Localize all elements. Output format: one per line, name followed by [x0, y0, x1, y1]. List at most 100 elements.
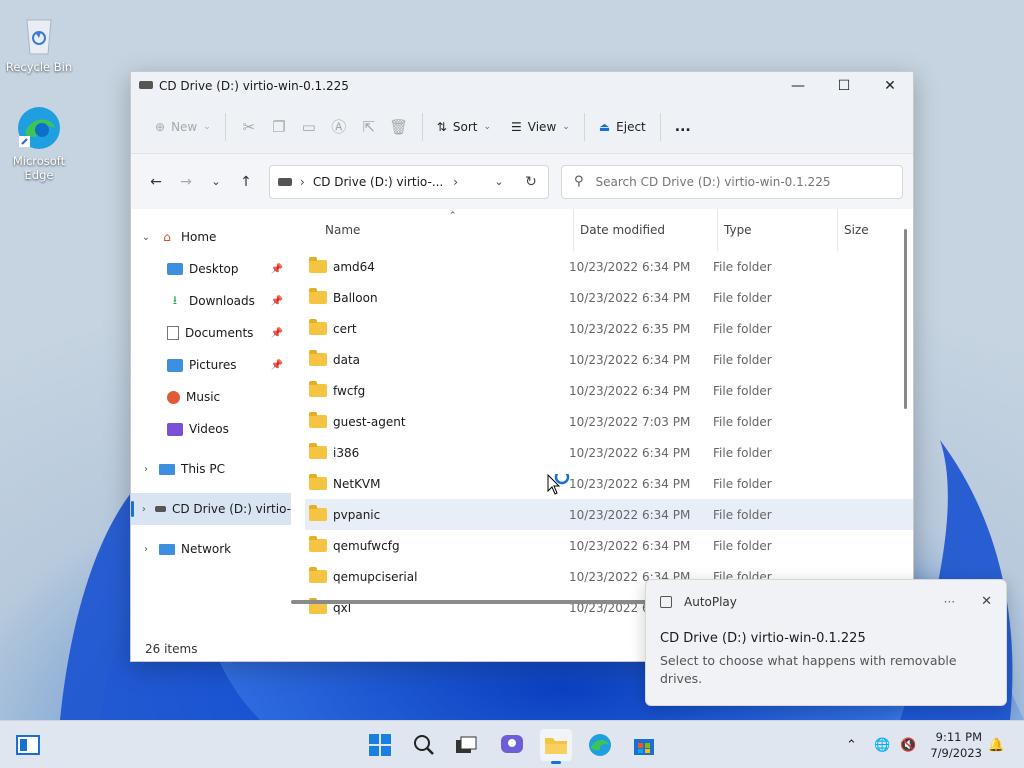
desktop-icon-label: Microsoft Edge	[12, 154, 66, 182]
file-date: 10/23/2022 7:03 PM	[569, 414, 691, 429]
file-name: pvpanic	[333, 507, 381, 522]
paste-icon[interactable]: ▭	[294, 112, 324, 142]
folder-icon	[309, 567, 327, 583]
cd-drive-icon	[278, 177, 292, 186]
column-header-size[interactable]: Size	[837, 209, 907, 251]
file-name: Balloon	[333, 290, 378, 305]
desktop-icon-edge[interactable]: Microsoft Edge	[1, 104, 77, 182]
table-row[interactable]: qemufwcfg 10/23/2022 6:34 PM File folder	[305, 530, 913, 561]
more-options-icon[interactable]: ···	[944, 595, 955, 609]
column-header-date[interactable]: Date modified	[573, 209, 717, 251]
recent-locations-button[interactable]: ⌄	[201, 167, 231, 197]
copy-icon[interactable]: ❐	[264, 112, 294, 142]
breadcrumb-separator-icon[interactable]: ›	[453, 175, 458, 189]
cut-icon[interactable]: ✂	[234, 112, 264, 142]
music-icon	[167, 390, 180, 404]
more-options-button[interactable]: ...	[669, 111, 697, 143]
chevron-down-icon[interactable]: ⌄	[139, 232, 153, 243]
file-date: 10/23/2022 6:34 PM	[569, 352, 691, 367]
sidebar-item-downloads[interactable]: ⭳ Downloads 📌	[131, 285, 291, 317]
videos-icon	[167, 422, 183, 436]
forward-button[interactable]: →	[171, 167, 201, 197]
volume-tray-icon[interactable]: 🔇	[900, 721, 916, 768]
file-name: qemupciserial	[333, 569, 418, 584]
search-box[interactable]: ⚲	[561, 164, 903, 199]
sidebar-item-videos[interactable]: Videos	[131, 413, 291, 445]
sidebar-item-documents[interactable]: Documents 📌	[131, 317, 291, 349]
pin-icon[interactable]: 📌	[271, 328, 283, 339]
task-view-button[interactable]	[450, 729, 482, 761]
chevron-right-icon[interactable]: ›	[139, 544, 153, 555]
file-type: File folder	[713, 538, 772, 553]
file-explorer-taskbar-button[interactable]	[540, 729, 572, 764]
sidebar-item-pictures[interactable]: Pictures 📌	[131, 349, 291, 381]
chevron-right-icon[interactable]: ›	[139, 504, 149, 515]
chevron-down-icon: ⌄	[562, 121, 570, 132]
rename-icon[interactable]: Ⓐ	[324, 112, 354, 142]
title-bar[interactable]: CD Drive (D:) virtio-win-0.1.225 — ☐ ✕	[131, 72, 913, 100]
maximize-button[interactable]: ☐	[821, 72, 867, 100]
sidebar-item-this-pc[interactable]: › This PC	[131, 453, 291, 485]
up-button[interactable]: ↑	[231, 167, 261, 197]
sidebar-item-cd-drive[interactable]: › CD Drive (D:) virtio-	[131, 493, 291, 525]
chevron-down-icon: ⌄	[203, 121, 211, 132]
pin-icon[interactable]: 📌	[271, 296, 283, 307]
autoplay-notification[interactable]: AutoPlay ··· ✕ CD Drive (D:) virtio-win-…	[645, 579, 1007, 706]
pin-icon[interactable]: 📌	[271, 360, 283, 371]
table-row[interactable]: data 10/23/2022 6:34 PM File folder	[305, 344, 913, 375]
clock[interactable]: 9:11 PM 7/9/2023	[930, 729, 982, 761]
column-header-name[interactable]: Name	[319, 209, 573, 251]
table-row[interactable]: i386 10/23/2022 6:34 PM File folder	[305, 437, 913, 468]
table-row[interactable]: guest-agent 10/23/2022 7:03 PM File folder	[305, 406, 913, 437]
taskbar: ⌃ 🌐 🔇 9:11 PM 7/9/2023 🔔	[0, 720, 1024, 768]
sidebar-item-home[interactable]: ⌄ ⌂ Home	[131, 221, 291, 253]
eject-button[interactable]: ⏏ Eject	[593, 111, 652, 143]
chevron-down-icon[interactable]: ⌄	[484, 175, 514, 188]
vertical-scrollbar[interactable]	[904, 229, 907, 409]
file-date: 10/23/2022 6:34 PM	[569, 538, 691, 553]
sidebar-item-desktop[interactable]: Desktop 📌	[131, 253, 291, 285]
desktop-icon-label: Recycle Bin	[5, 60, 73, 74]
delete-icon[interactable]: 🗑	[384, 112, 414, 142]
breadcrumb[interactable]: CD Drive (D:) virtio-...	[313, 175, 443, 189]
search-input[interactable]	[595, 174, 876, 189]
back-button[interactable]: ←	[141, 167, 171, 197]
file-type: File folder	[713, 290, 772, 305]
sidebar-item-music[interactable]: Music	[131, 381, 291, 413]
close-button[interactable]: ✕	[867, 72, 913, 100]
table-row[interactable]: fwcfg 10/23/2022 6:34 PM File folder	[305, 375, 913, 406]
share-icon[interactable]: ⇱	[354, 112, 384, 142]
notification-center-button[interactable]: 🔔	[988, 721, 1004, 768]
new-button[interactable]: ⊕ New ⌄	[149, 111, 217, 143]
network-tray-icon[interactable]: 🌐	[874, 721, 890, 768]
search-button[interactable]	[408, 729, 440, 761]
sort-button[interactable]: ⇅ Sort ⌄	[431, 111, 497, 143]
horizontal-scrollbar[interactable]	[291, 600, 651, 604]
folder-icon	[309, 443, 327, 459]
start-button[interactable]	[364, 729, 396, 761]
chat-button[interactable]	[496, 729, 528, 761]
table-row[interactable]: amd64 10/23/2022 6:34 PM File folder	[305, 251, 913, 282]
column-header-type[interactable]: Type	[717, 209, 837, 251]
divider	[421, 112, 423, 141]
desktop-icon-recycle-bin[interactable]: Recycle Bin	[1, 10, 77, 74]
refresh-icon[interactable]: ↻	[514, 174, 548, 190]
table-row[interactable]: pvpanic 10/23/2022 6:34 PM File folder	[305, 499, 913, 530]
table-row[interactable]: cert 10/23/2022 6:35 PM File folder	[305, 313, 913, 344]
edge-taskbar-button[interactable]	[584, 729, 616, 761]
pin-icon[interactable]: 📌	[271, 264, 283, 275]
widgets-button[interactable]	[12, 729, 44, 761]
table-row[interactable]: NetKVM 10/23/2022 6:34 PM File folder	[305, 468, 913, 499]
close-icon[interactable]: ✕	[981, 594, 992, 609]
task-view-icon	[456, 736, 477, 753]
file-name: NetKVM	[333, 476, 381, 491]
file-type: File folder	[713, 445, 772, 460]
sidebar-item-network[interactable]: › Network	[131, 533, 291, 565]
show-hidden-icons-button[interactable]: ⌃	[846, 721, 857, 768]
minimize-button[interactable]: —	[775, 72, 821, 100]
chevron-right-icon[interactable]: ›	[139, 464, 153, 475]
store-taskbar-button[interactable]	[628, 729, 660, 761]
address-bar[interactable]: › CD Drive (D:) virtio-... › ⌄ ↻	[269, 164, 549, 199]
view-button[interactable]: ☰ View ⌄	[505, 111, 576, 143]
table-row[interactable]: Balloon 10/23/2022 6:34 PM File folder	[305, 282, 913, 313]
